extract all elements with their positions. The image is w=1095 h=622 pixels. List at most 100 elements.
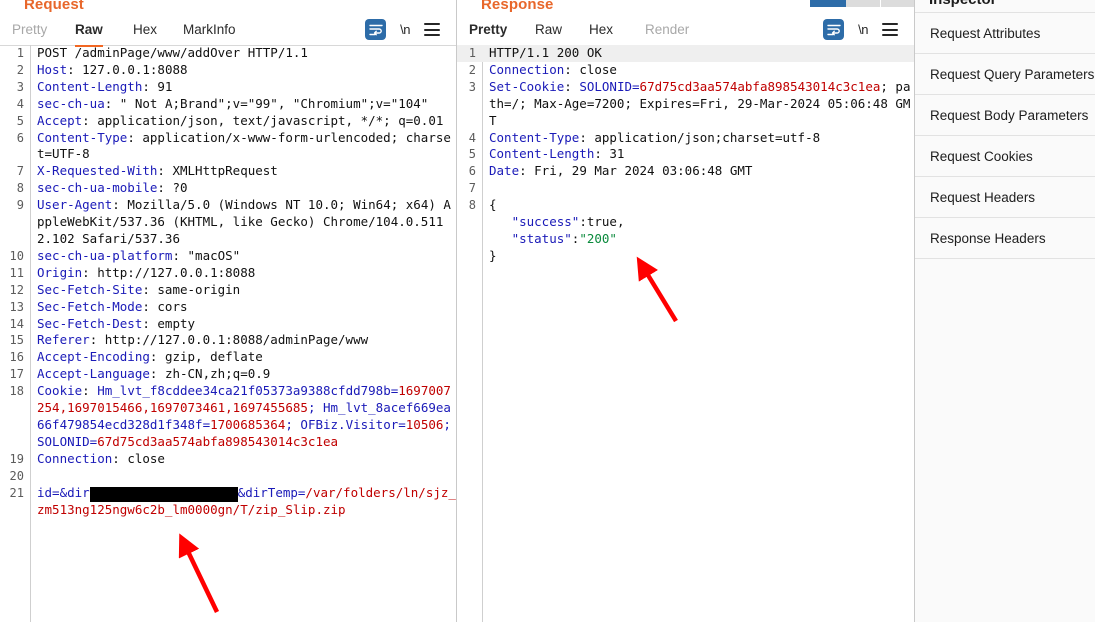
- code-span: : 127.0.0.1:8088: [67, 61, 188, 77]
- code-line: 11 Origin: http://127.0.0.1:8088: [0, 265, 456, 282]
- line-text: Sec-Fetch-Site: same-origin: [30, 282, 456, 299]
- line-text: Connection: close: [482, 62, 914, 79]
- line-number: 6: [16, 130, 24, 145]
- line-number: 13: [9, 299, 24, 314]
- code-line: 10 sec-ch-ua-platform: "macOS": [0, 248, 456, 265]
- line-number: 14: [9, 316, 24, 331]
- line-text: Cookie: Hm_lvt_f8cddee34ca21f05373a9388c…: [30, 383, 456, 451]
- newline-toggle-icon[interactable]: \n: [400, 22, 410, 37]
- request-panel-title: Request: [24, 0, 84, 13]
- code-span: Accept-Encoding: [37, 349, 150, 365]
- code-span: : " Not A;Brand";v="99", "Chromium";v="1…: [104, 95, 429, 111]
- code-span: Referer: [37, 332, 90, 348]
- code-line: 15 Referer: http://127.0.0.1:8088/adminPa…: [0, 332, 456, 349]
- response-top-scrollbar[interactable]: [810, 0, 914, 7]
- inspector-item-request-headers[interactable]: Request Headers: [915, 176, 1095, 217]
- code-span: 10506: [405, 416, 444, 432]
- response-tab-hex[interactable]: Hex: [589, 19, 613, 45]
- line-number: 11: [9, 265, 24, 280]
- inspector-item-request-attributes[interactable]: Request Attributes: [915, 12, 1095, 53]
- line-text: sec-ch-ua: " Not A;Brand";v="99", "Chrom…: [30, 96, 456, 113]
- word-wrap-icon[interactable]: [823, 19, 845, 40]
- code-span: sec-ch-ua: [37, 95, 105, 111]
- code-span: {: [489, 197, 497, 213]
- code-line: 8{: [457, 197, 914, 214]
- line-number: 21: [9, 485, 24, 500]
- code-span: X-Requested-With: [37, 163, 158, 179]
- inspector-item-label: Request Headers: [930, 189, 1036, 205]
- code-span: sec-ch-ua-mobile: [37, 180, 158, 196]
- code-line: 5 Accept: application/json, text/javascri…: [0, 113, 456, 130]
- code-span: &dirTemp=: [237, 484, 306, 500]
- response-tab-render[interactable]: Render: [645, 19, 689, 45]
- response-top-scrollbar-divider: [880, 0, 881, 7]
- response-toolbar: \n: [823, 19, 898, 40]
- request-tab-raw[interactable]: Raw: [75, 19, 103, 47]
- line-number: 6: [468, 164, 476, 179]
- response-tabstrip: Pretty Raw Hex Render \n: [457, 18, 914, 47]
- request-tab-hex[interactable]: Hex: [133, 19, 157, 45]
- code-span: Content-Length: [489, 146, 595, 162]
- code-line: "success":true,: [457, 214, 914, 231]
- code-span: "status": [511, 230, 572, 246]
- response-message-editor[interactable]: 1 HTTP/1.1 200 OK 2 Connection: close 3 Set-C…: [457, 45, 914, 622]
- code-line: 6 Date: Fri, 29 Mar 2024 03:06:48 GMT: [457, 163, 914, 180]
- code-line: 1 POST /adminPage/www/addOver HTTP/1.1: [0, 45, 456, 62]
- response-tab-pretty[interactable]: Pretty: [469, 19, 508, 47]
- code-span: :: [564, 78, 580, 94]
- response-panel-title: Response: [481, 0, 554, 13]
- line-number: 7: [468, 181, 476, 196]
- word-wrap-icon[interactable]: [365, 19, 387, 40]
- request-message-editor[interactable]: 1 POST /adminPage/www/addOver HTTP/1.1 2 Ho…: [0, 45, 456, 622]
- code-line: "status":"200": [457, 231, 914, 248]
- request-tab-markinfo[interactable]: MarkInfo: [183, 19, 236, 45]
- code-line: 13 Sec-Fetch-Mode: cors: [0, 299, 456, 316]
- line-number: 20: [9, 468, 24, 483]
- code-line: 2 Connection: close: [457, 62, 914, 79]
- code-span: ;: [443, 416, 451, 432]
- line-text: X-Requested-With: XMLHttpRequest: [30, 163, 456, 180]
- code-line: 7: [457, 180, 914, 197]
- line-number: 4: [468, 130, 476, 145]
- newline-toggle-icon[interactable]: \n: [858, 22, 868, 37]
- code-span: : close: [112, 450, 165, 466]
- line-text: Content-Length: 91: [30, 79, 456, 96]
- request-toolbar: \n: [365, 19, 440, 40]
- hamburger-menu-icon[interactable]: [424, 23, 440, 36]
- inspector-item-response-headers[interactable]: Response Headers: [915, 217, 1095, 259]
- line-number: 4: [16, 96, 24, 111]
- hamburger-menu-icon[interactable]: [882, 23, 898, 36]
- line-text: {: [482, 197, 914, 214]
- inspector-item-request-cookies[interactable]: Request Cookies: [915, 135, 1095, 176]
- code-line: 6 Content-Type: application/x-www-form-ur…: [0, 130, 456, 164]
- code-span: SOLONID=: [37, 433, 98, 449]
- line-text: Referer: http://127.0.0.1:8088/adminPage…: [30, 332, 456, 349]
- code-line: 4 sec-ch-ua: " Not A;Brand";v="99", "Chro…: [0, 96, 456, 113]
- request-line-list: 1 POST /adminPage/www/addOver HTTP/1.1 2 Ho…: [0, 45, 456, 518]
- line-text: sec-ch-ua-platform: "macOS": [30, 248, 456, 265]
- code-span: : "macOS": [172, 247, 241, 263]
- inspector-item-request-body-parameters[interactable]: Request Body Parameters: [915, 94, 1095, 135]
- request-tabstrip: Pretty Raw Hex MarkInfo \n: [0, 18, 456, 47]
- code-span: Sec-Fetch-Site: [37, 281, 143, 297]
- inspector-item-request-query-parameters[interactable]: Request Query Parameters: [915, 53, 1095, 94]
- response-tab-raw[interactable]: Raw: [535, 19, 562, 45]
- line-number: 1: [468, 46, 476, 60]
- code-span: "success": [511, 214, 580, 230]
- code-span: :: [82, 383, 98, 399]
- code-span: : XMLHttpRequest: [157, 163, 278, 179]
- line-text: sec-ch-ua-mobile: ?0: [30, 180, 456, 197]
- code-span: Content-Type: [37, 129, 128, 145]
- response-top-scrollbar-thumb[interactable]: [810, 0, 846, 7]
- request-tab-pretty[interactable]: Pretty: [12, 19, 47, 45]
- line-text: id=&dirREDACTED&dirTemp=/var/folders/ln/…: [30, 485, 456, 519]
- code-line: 3 Content-Length: 91: [0, 79, 456, 96]
- line-number: 3: [16, 79, 24, 94]
- code-span: : Fri, 29 Mar 2024 03:06:48 GMT: [519, 163, 753, 179]
- line-text: POST /adminPage/www/addOver HTTP/1.1: [30, 45, 456, 62]
- code-span: User-Agent: [37, 197, 113, 213]
- code-line: 8 sec-ch-ua-mobile: ?0: [0, 180, 456, 197]
- code-span: 67d75cd3aa574abfa898543014c3c1ea: [97, 433, 339, 449]
- code-span: Set-Cookie: [489, 78, 565, 94]
- code-span: : 91: [142, 78, 173, 94]
